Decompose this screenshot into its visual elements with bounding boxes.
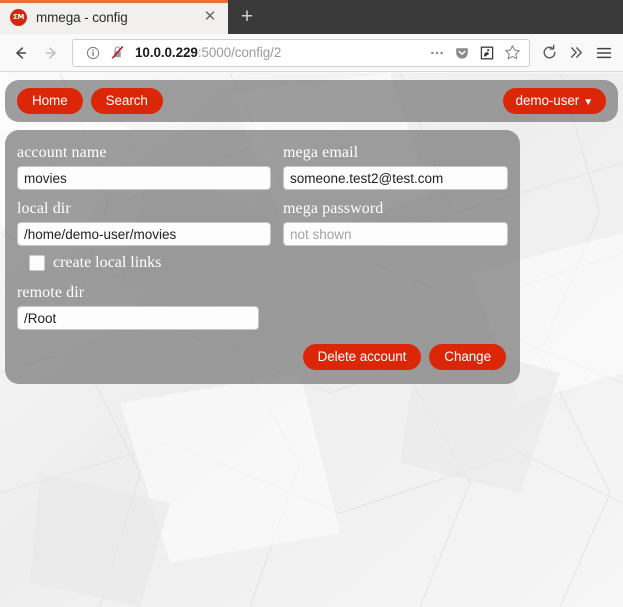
- url-text[interactable]: 10.0.0.229:5000/config/2: [135, 45, 425, 60]
- back-arrow-icon[interactable]: [6, 38, 36, 68]
- forward-arrow-icon[interactable]: [36, 38, 66, 68]
- delete-account-button[interactable]: Delete account: [302, 344, 422, 371]
- page-viewport: Home Search demo-user▼ account name mega…: [0, 73, 623, 607]
- create-local-links-checkbox[interactable]: [29, 255, 45, 271]
- user-menu-button[interactable]: demo-user ▼: [502, 87, 606, 115]
- insecure-connection-icon[interactable]: [105, 41, 129, 65]
- tab-title: mmega - config: [36, 9, 128, 25]
- create-local-links-label: create local links: [53, 254, 162, 271]
- nav-home-button[interactable]: Home: [17, 87, 83, 115]
- local-dir-input[interactable]: [17, 222, 271, 246]
- hamburger-menu-icon[interactable]: [590, 38, 617, 68]
- config-form-panel: account name mega email local dir mega p…: [5, 130, 520, 385]
- address-bar-icons: [425, 41, 524, 65]
- field-remote-dir: remote dir: [17, 284, 259, 330]
- reload-icon[interactable]: [536, 38, 563, 68]
- remote-dir-label: remote dir: [17, 284, 85, 301]
- form-actions: Delete account Change: [17, 344, 508, 371]
- field-mega-password: mega password: [283, 200, 508, 246]
- page-content: Home Search demo-user▼ account name mega…: [0, 73, 623, 385]
- close-icon[interactable]: ✕: [200, 7, 220, 27]
- remote-dir-input[interactable]: [17, 306, 259, 330]
- chevron-double-right-icon[interactable]: [563, 38, 590, 68]
- pocket-icon[interactable]: [450, 41, 474, 65]
- field-local-dir: local dir: [17, 200, 271, 246]
- account-name-input[interactable]: [17, 166, 271, 190]
- chevron-down-icon: ▼: [583, 96, 593, 108]
- page-info-icon[interactable]: [81, 41, 105, 65]
- mega-password-input[interactable]: [283, 222, 508, 246]
- nav-search-button[interactable]: Search: [90, 87, 163, 115]
- new-tab-button[interactable]: +: [228, 0, 266, 34]
- page-actions-ellipsis-icon[interactable]: [425, 41, 449, 65]
- browser-toolbar: 10.0.0.229:5000/config/2: [0, 34, 623, 72]
- field-account-name: account name: [17, 144, 271, 190]
- url-host: 10.0.0.229: [135, 45, 198, 60]
- mega-email-label: mega email: [283, 144, 359, 161]
- account-name-label: account name: [17, 144, 107, 161]
- field-mega-email: mega email: [283, 144, 508, 190]
- mega-email-input[interactable]: [283, 166, 508, 190]
- url-path: :5000/config/2: [197, 45, 282, 60]
- star-bookmark-icon[interactable]: [500, 41, 524, 65]
- reader-view-icon[interactable]: [475, 41, 499, 65]
- user-menu-label: demo-user: [515, 92, 580, 108]
- local-dir-label: local dir: [17, 200, 71, 217]
- form-grid: account name mega email local dir mega p…: [17, 144, 508, 256]
- mega-password-label: mega password: [283, 200, 384, 217]
- mmega-logo-icon: ΣM: [10, 8, 27, 26]
- create-local-links-row: create local links: [17, 254, 508, 272]
- tab-strip: ΣM mmega - config ✕ +: [0, 0, 623, 34]
- app-navbar: Home Search demo-user ▼: [5, 80, 618, 122]
- browser-tab-mmega-config[interactable]: ΣM mmega - config ✕: [0, 0, 228, 34]
- nav-links: Home Search: [17, 87, 163, 115]
- address-bar[interactable]: 10.0.0.229:5000/config/2: [72, 38, 530, 67]
- change-button[interactable]: Change: [429, 344, 506, 371]
- active-tab-accent-bar: [0, 0, 228, 3]
- browser-window: ΣM mmega - config ✕ + 10.0.0.229:5000/co…: [0, 0, 623, 607]
